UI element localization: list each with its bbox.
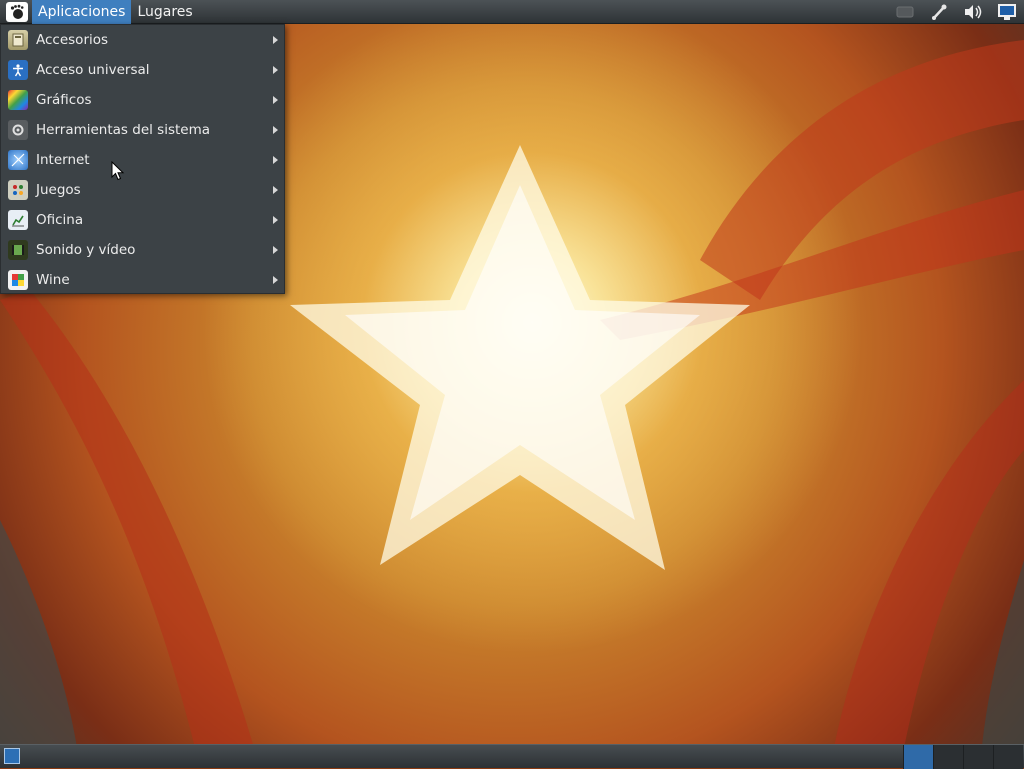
workspace-3[interactable] xyxy=(963,745,993,769)
menu-item-label: Juegos xyxy=(36,182,81,198)
volume-icon[interactable] xyxy=(962,2,984,22)
submenu-arrow-icon xyxy=(273,156,278,164)
menu-item-label: Sonido y vídeo xyxy=(36,242,136,258)
office-icon xyxy=(8,210,28,230)
multimedia-icon xyxy=(8,240,28,260)
submenu-arrow-icon xyxy=(273,126,278,134)
internet-icon xyxy=(8,150,28,170)
submenu-arrow-icon xyxy=(273,246,278,254)
menu-item-oficina[interactable]: Oficina xyxy=(1,205,284,235)
menu-item-graficos[interactable]: Gráficos xyxy=(1,85,284,115)
menu-item-internet[interactable]: Internet xyxy=(1,145,284,175)
menu-item-acceso-universal[interactable]: Acceso universal xyxy=(1,55,284,85)
menu-item-sonido-y-video[interactable]: Sonido y vídeo xyxy=(1,235,284,265)
submenu-arrow-icon xyxy=(273,66,278,74)
menu-item-accesorios[interactable]: Accesorios xyxy=(1,25,284,55)
menu-item-label: Internet xyxy=(36,152,90,168)
submenu-arrow-icon xyxy=(273,276,278,284)
submenu-arrow-icon xyxy=(273,216,278,224)
menu-item-label: Herramientas del sistema xyxy=(36,122,211,138)
menu-item-label: Oficina xyxy=(36,212,84,228)
workspace-2[interactable] xyxy=(933,745,963,769)
menu-item-label: Wine xyxy=(36,272,70,288)
wine-icon xyxy=(8,270,28,290)
menu-item-juegos[interactable]: Juegos xyxy=(1,175,284,205)
submenu-arrow-icon xyxy=(273,186,278,194)
games-icon xyxy=(8,180,28,200)
bottom-panel xyxy=(0,744,1024,769)
workspace-1[interactable] xyxy=(903,745,933,769)
applications-menu: Accesorios Acceso universal Gráficos Her… xyxy=(0,24,285,294)
gnome-foot-icon[interactable] xyxy=(6,1,28,22)
menu-item-label: Gráficos xyxy=(36,92,92,108)
network-icon[interactable] xyxy=(928,2,950,22)
places-menu-button[interactable]: Lugares xyxy=(131,0,198,24)
accessibility-icon xyxy=(8,60,28,80)
submenu-arrow-icon xyxy=(273,96,278,104)
display-icon[interactable] xyxy=(996,2,1018,22)
menu-item-label: Accesorios xyxy=(36,32,109,48)
show-desktop-icon[interactable] xyxy=(4,748,20,764)
mail-icon[interactable] xyxy=(894,2,916,22)
menu-item-herramientas-del-sistema[interactable]: Herramientas del sistema xyxy=(1,115,284,145)
applications-menu-button[interactable]: Aplicaciones xyxy=(32,0,132,24)
accessories-icon xyxy=(8,30,28,50)
submenu-arrow-icon xyxy=(273,36,278,44)
workspace-switcher xyxy=(903,745,1023,769)
graphics-icon xyxy=(8,90,28,110)
workspace-4[interactable] xyxy=(993,745,1023,769)
system-tray xyxy=(888,0,1024,24)
menu-item-label: Acceso universal xyxy=(36,62,150,78)
menu-item-wine[interactable]: Wine xyxy=(1,265,284,295)
system-tools-icon xyxy=(8,120,28,140)
mouse-cursor-icon xyxy=(111,161,125,181)
top-panel: Aplicaciones Lugares xyxy=(0,0,1024,24)
